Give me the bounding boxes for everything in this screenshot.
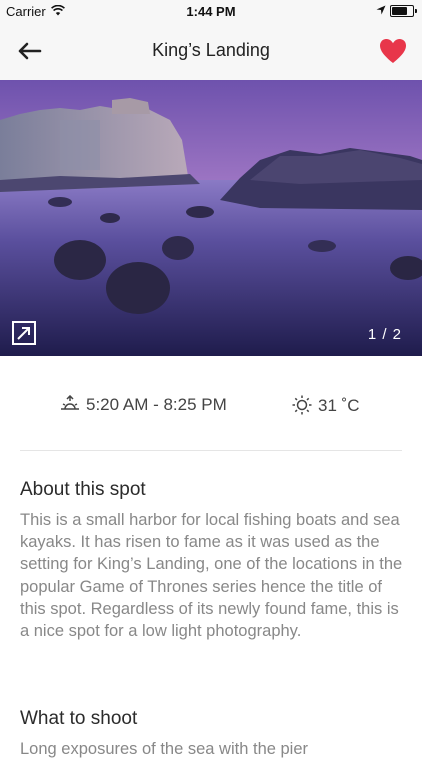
sun-icon — [292, 395, 312, 415]
status-bar: Carrier 1:44 PM — [0, 0, 422, 22]
photo-scene — [0, 80, 422, 356]
about-title: About this spot — [20, 479, 146, 500]
photo-counter: 1 / 2 — [367, 326, 402, 343]
page-title: King’s Landing — [152, 40, 270, 60]
clock: 1:44 PM — [186, 4, 236, 19]
navigation-bar: King’s Landing — [0, 22, 422, 81]
favorite-heart-icon[interactable] — [379, 38, 407, 64]
what-to-shoot-title: What to shoot — [20, 708, 138, 729]
location-arrow-icon — [376, 5, 386, 15]
divider — [20, 450, 402, 451]
battery-icon — [390, 5, 417, 17]
sunrise-icon — [61, 394, 79, 410]
sun-times-text: 5:20 AM - 8:25 PM — [86, 395, 227, 414]
expand-icon[interactable] — [12, 321, 36, 345]
spot-info-bar: 5:20 AM - 8:25 PM 31 ˚C — [0, 385, 422, 425]
what-to-shoot-body: Long exposures of the sea with the pier — [20, 740, 309, 758]
spot-photo[interactable]: 1 / 2 — [0, 80, 422, 356]
battery-level — [392, 7, 408, 15]
sun-times: 5:20 AM - 8:25 PM — [60, 394, 227, 415]
about-body: This is a small harbor for local fishing… — [20, 511, 403, 641]
temperature-text: 31 ˚C — [318, 396, 360, 415]
temperature: 31 ˚C — [292, 395, 360, 416]
